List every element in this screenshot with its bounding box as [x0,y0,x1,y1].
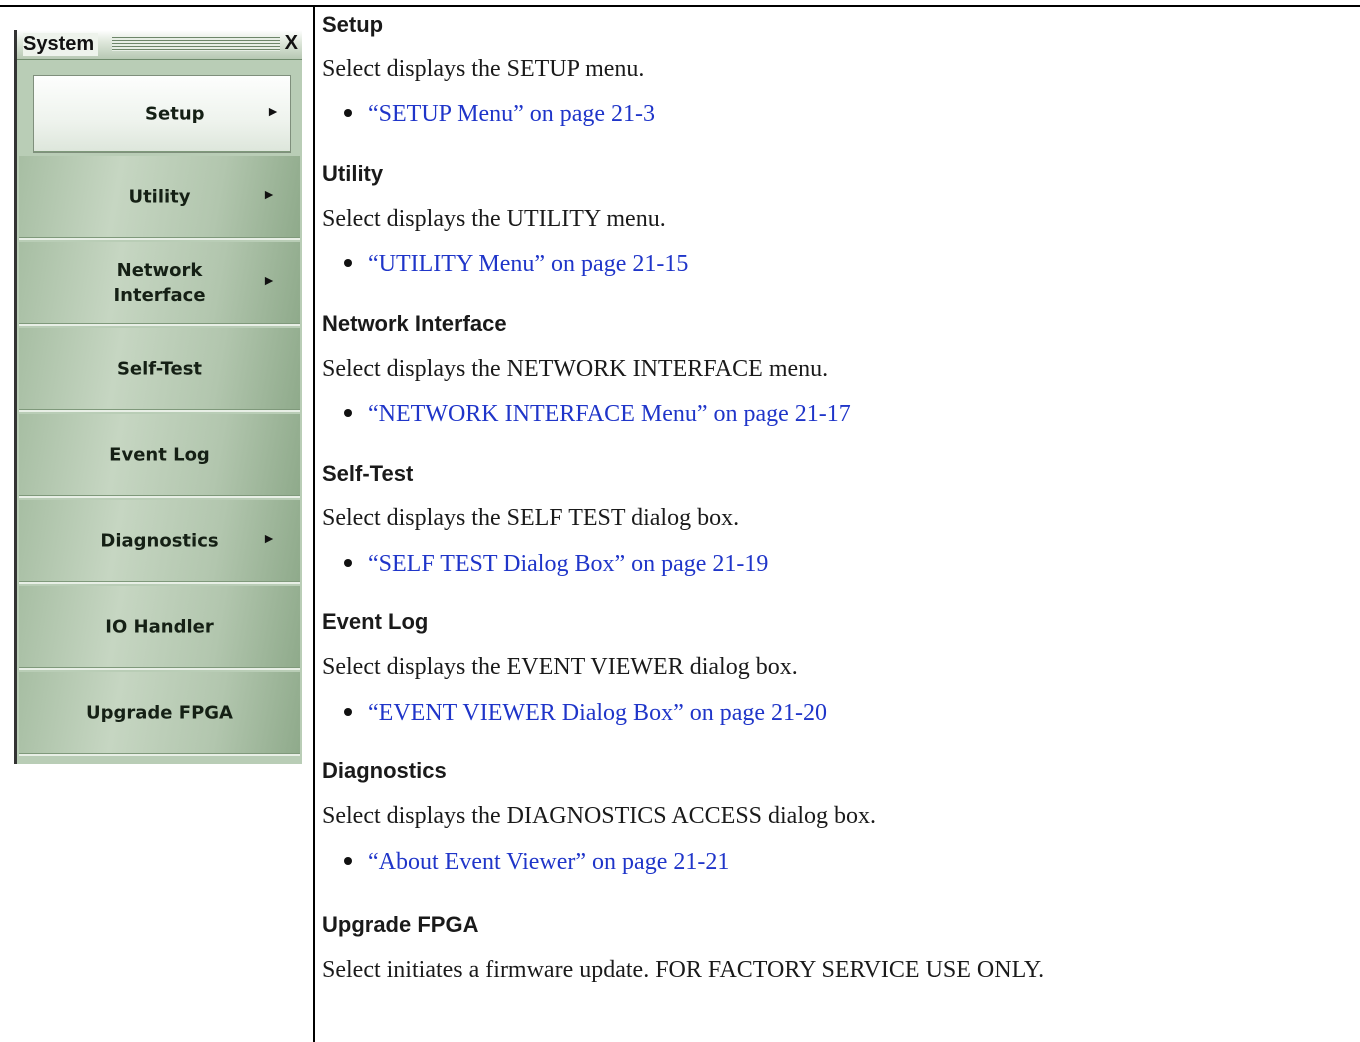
section-heading: Upgrade FPGA [322,912,479,937]
submenu-arrow-icon: ► [262,274,276,290]
section-text: Select displays the UTILITY menu. [322,206,666,232]
link-item: “EVENT VIEWER Dialog Box” on page 21-20 [344,700,827,727]
section-text: Select displays the SELF TEST dialog box… [322,505,740,531]
link-item: “SELF TEST Dialog Box” on page 21-19 [344,551,768,578]
section-text: Select displays the NETWORK INTERFACE me… [322,356,829,382]
bullet-icon [344,708,352,717]
menu-title: System [23,33,99,56]
section-text: Select initiates a firmware update. FOR … [322,957,1045,983]
cross-reference-link[interactable]: “EVENT VIEWER Dialog Box” on page 21-20 [368,700,827,726]
link-item: “SETUP Menu” on page 21-3 [344,101,655,128]
section-heading: Event Log [322,609,429,634]
cross-reference-link[interactable]: “SETUP Menu” on page 21-3 [368,101,655,127]
menu-button-label: Utility [128,186,191,208]
section-heading: Network Interface [322,311,507,336]
bullet-icon [344,857,352,866]
submenu-arrow-icon: ► [262,188,276,204]
link-item: “About Event Viewer” on page 21-21 [344,849,729,876]
menu-button-label: Setup [145,103,205,125]
menu-button-label: Upgrade FPGA [86,702,233,724]
section-text: Select displays the DIAGNOSTICS ACCESS d… [322,803,877,829]
cross-reference-link[interactable]: “UTILITY Menu” on page 21-15 [368,251,688,277]
menu-button-utility[interactable]: Utility ► [19,156,300,240]
menu-button-label: Event Log [109,444,210,466]
close-button[interactable]: X [285,32,298,55]
column-divider [313,6,315,1042]
bullet-icon [344,559,352,568]
menu-button-label: IO Handler [105,616,214,638]
menu-button-label: Network Interface [113,260,206,306]
section-heading: Diagnostics [322,758,447,783]
link-item: “UTILITY Menu” on page 21-15 [344,251,688,278]
menu-button-label: Diagnostics [100,530,219,552]
link-item: “NETWORK INTERFACE Menu” on page 21-17 [344,401,851,428]
title-bar-stripes [112,37,280,51]
cross-reference-link[interactable]: “About Event Viewer” on page 21-21 [368,849,729,875]
menu-header: System X [17,30,302,60]
menu-button-diagnostics[interactable]: Diagnostics ► [19,500,300,584]
menu-button-self-test[interactable]: Self-Test [19,328,300,412]
menu-button-io-handler[interactable]: IO Handler [19,586,300,670]
submenu-arrow-icon: ► [266,105,280,121]
menu-button-network-interface[interactable]: Network Interface ► [19,242,300,326]
submenu-arrow-icon: ► [262,532,276,548]
section-text: Select displays the SETUP menu. [322,56,645,82]
section-heading: Utility [322,161,384,186]
section-text: Select displays the EVENT VIEWER dialog … [322,654,798,680]
system-menu-panel: System X Setup ► Utility ► Network Inter… [14,30,302,764]
cross-reference-link[interactable]: “SELF TEST Dialog Box” on page 21-19 [368,551,768,577]
menu-button-label: Self-Test [116,358,203,380]
section-heading: Self-Test [322,461,414,486]
bullet-icon [344,409,352,418]
cross-reference-link[interactable]: “NETWORK INTERFACE Menu” on page 21-17 [368,401,851,427]
top-rule [0,5,1360,7]
menu-button-upgrade-fpga[interactable]: Upgrade FPGA [19,672,300,756]
bullet-icon [344,259,352,268]
section-heading: Setup [322,12,384,37]
bullet-icon [344,109,352,118]
menu-button-setup[interactable]: Setup ► [33,75,291,153]
menu-button-event-log[interactable]: Event Log [19,414,300,498]
